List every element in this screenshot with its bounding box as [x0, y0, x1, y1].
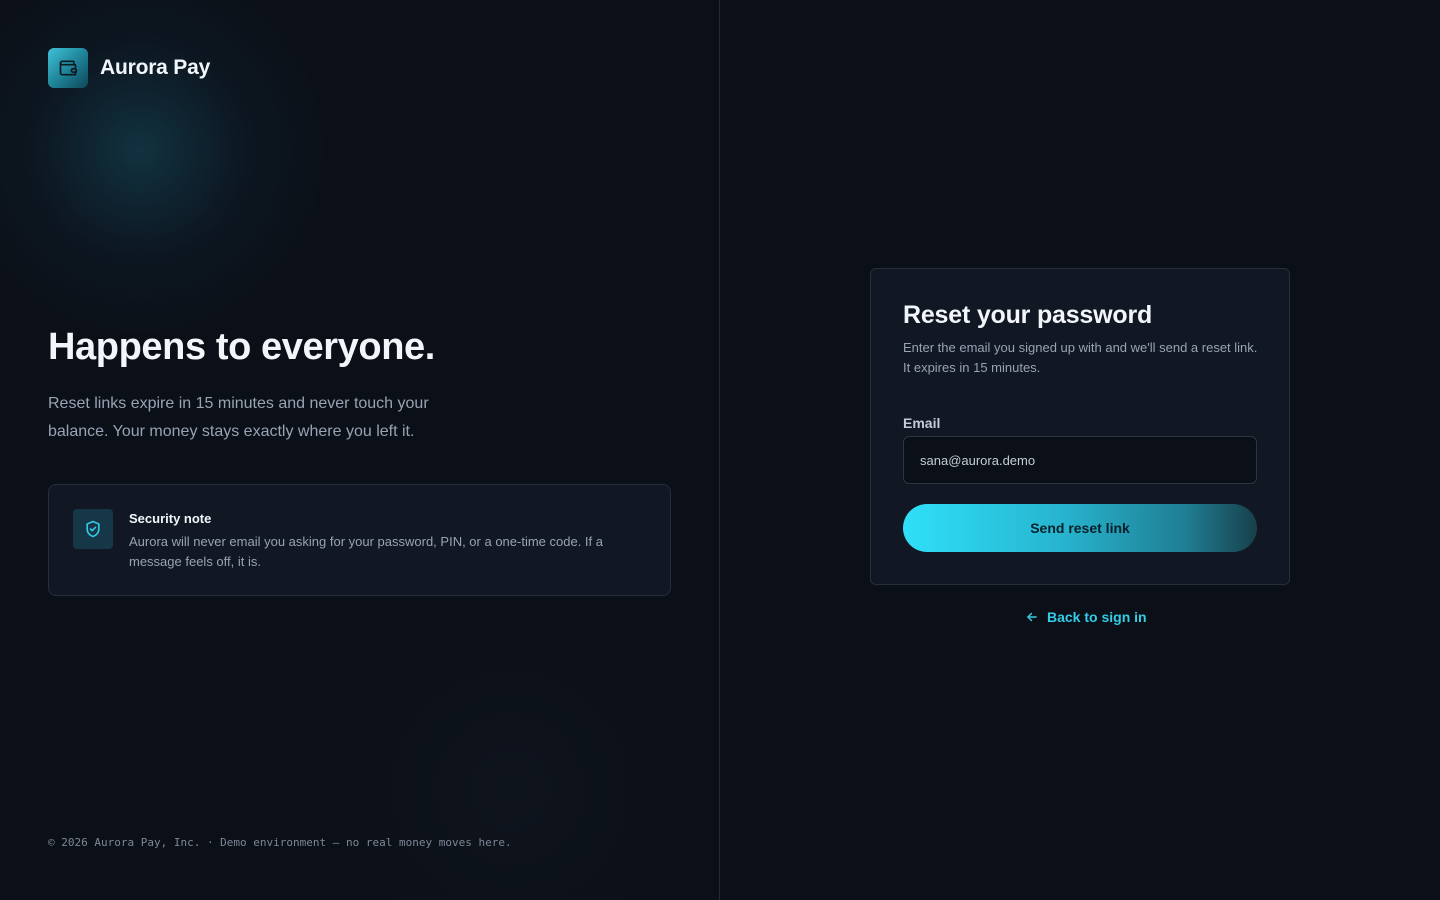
security-note-title: Security note	[129, 511, 212, 526]
hero-subtitle: Reset links expire in 15 minutes and nev…	[48, 395, 429, 440]
brand-panel: Aurora Pay Happens to everyone. Reset li…	[0, 0, 719, 900]
hero-title: Happens to everyone.	[48, 326, 435, 368]
security-note: Security note Aurora will never email yo…	[48, 484, 671, 596]
back-link-label: Back to sign in	[1047, 609, 1147, 625]
brand: Aurora Pay	[48, 48, 210, 88]
shield-check-icon	[73, 509, 113, 549]
form-panel: Reset your password Enter the email you …	[720, 0, 1440, 900]
back-to-sign-in-link[interactable]: Back to sign in	[1025, 609, 1147, 625]
brand-name: Aurora Pay	[100, 56, 211, 79]
footer-text: © 2026 Aurora Pay, Inc. · Demo environme…	[48, 836, 512, 849]
send-reset-link-button[interactable]: Send reset link	[903, 504, 1257, 552]
email-label: Email	[903, 415, 941, 431]
reset-title: Reset your password	[903, 301, 1153, 329]
reset-password-card: Reset your password Enter the email you …	[870, 268, 1290, 585]
reset-subtitle: Enter the email you signed up with and w…	[903, 340, 1258, 375]
security-note-body: Aurora will never email you asking for y…	[129, 534, 603, 569]
arrow-left-icon	[1025, 610, 1039, 624]
wallet-icon	[48, 48, 88, 88]
email-field[interactable]	[903, 436, 1257, 484]
